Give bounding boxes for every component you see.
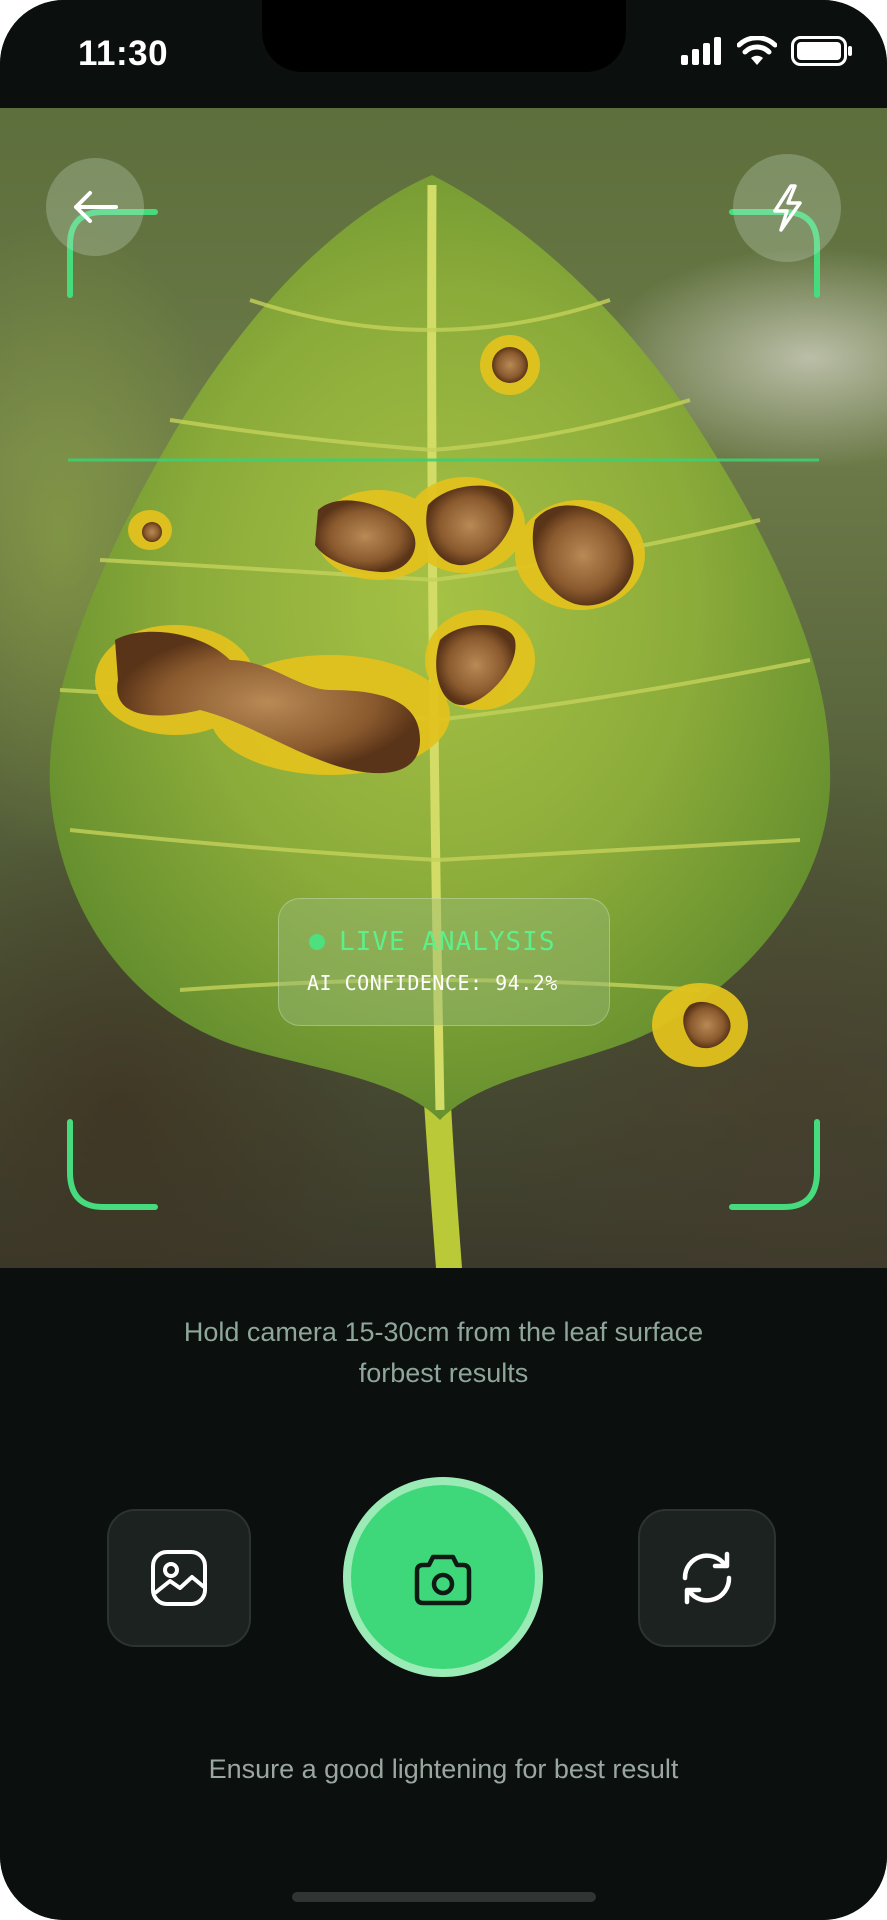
flash-button[interactable] bbox=[733, 154, 841, 262]
arrow-left-icon bbox=[74, 191, 118, 223]
distance-hint: Hold camera 15-30cm from the leaf surfac… bbox=[183, 1317, 704, 1388]
cellular-signal-icon bbox=[681, 37, 721, 65]
wifi-icon bbox=[737, 36, 777, 65]
analysis-overlay: LIVE ANALYSIS AI CONFIDENCE: 94.2% bbox=[278, 898, 610, 1026]
live-status: LIVE ANALYSIS bbox=[309, 927, 556, 957]
live-analysis-label: LIVE ANALYSIS bbox=[339, 927, 556, 957]
status-bar: 11:30 bbox=[0, 0, 887, 108]
lighting-tip: Ensure a good lightening for best result bbox=[208, 1754, 679, 1784]
confidence-label: AI CONFIDENCE: 94.2% bbox=[307, 971, 558, 995]
capture-button[interactable] bbox=[351, 1485, 535, 1669]
refresh-icon bbox=[682, 1551, 732, 1605]
gallery-button[interactable] bbox=[107, 1509, 251, 1647]
status-time: 11:30 bbox=[78, 34, 169, 73]
switch-camera-button[interactable] bbox=[638, 1509, 776, 1647]
notch bbox=[262, 0, 626, 72]
phone-screen: 11:30 LIVE ANALYSIS AI CONFIDENCE: 94.2%… bbox=[0, 0, 887, 1920]
back-button[interactable] bbox=[46, 158, 144, 256]
scan-frame bbox=[67, 209, 820, 1210]
battery-icon bbox=[791, 36, 852, 66]
camera-viewfinder: LIVE ANALYSIS AI CONFIDENCE: 94.2% bbox=[0, 108, 887, 1268]
home-indicator[interactable] bbox=[292, 1892, 596, 1902]
gallery-icon bbox=[151, 1550, 207, 1606]
status-icons bbox=[681, 36, 853, 66]
live-indicator-dot bbox=[309, 934, 325, 950]
camera-icon bbox=[414, 1554, 472, 1606]
flash-icon bbox=[773, 184, 802, 232]
